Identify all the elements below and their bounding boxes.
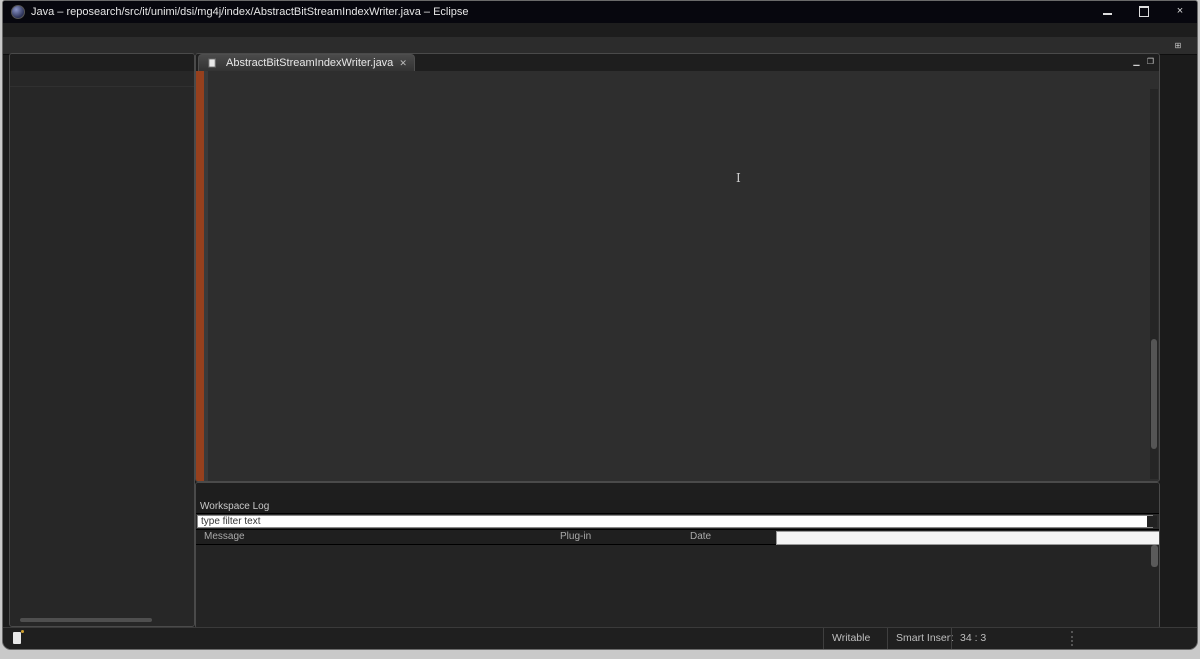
- explorer-toolbar: [10, 71, 194, 87]
- log-table-header: Message Plug-in Date: [196, 530, 1159, 545]
- filter-clear-icon[interactable]: [1147, 516, 1157, 527]
- title-bar: Java – reposearch/src/it/unimi/dsi/mg4j/…: [3, 1, 1197, 23]
- code-editor[interactable]: [208, 75, 1147, 481]
- status-trim-icon[interactable]: [13, 632, 21, 644]
- editor-tab-label: AbstractBitStreamIndexWriter.java: [226, 57, 393, 69]
- maximize-editor-icon[interactable]: ❐: [1146, 57, 1155, 66]
- minimize-editor-icon[interactable]: ▁: [1132, 57, 1141, 66]
- bottom-tab-bar: [196, 483, 1159, 500]
- open-perspective-icon[interactable]: ⊞: [1173, 41, 1183, 51]
- cursor-position-status: 34 : 3: [951, 628, 1018, 649]
- log-vertical-scrollbar[interactable]: [1151, 545, 1158, 567]
- writable-status: Writable: [823, 628, 894, 649]
- window-title: Java – reposearch/src/it/unimi/dsi/mg4j/…: [31, 6, 469, 18]
- status-drag-handle[interactable]: [1071, 631, 1073, 646]
- close-window-icon[interactable]: ×: [1173, 5, 1187, 17]
- explorer-horizontal-scrollbar[interactable]: [20, 618, 152, 622]
- editor-vertical-scrollbar[interactable]: [1150, 89, 1158, 479]
- annotation-ruler[interactable]: [196, 71, 204, 481]
- fast-view-trim: [1161, 53, 1197, 627]
- status-bar: Writable Smart Insert 34 : 3: [3, 627, 1197, 649]
- eclipse-window: Java – reposearch/src/it/unimi/dsi/mg4j/…: [2, 0, 1198, 650]
- column-date[interactable]: Date: [690, 531, 711, 542]
- editor-area: AbstractBitStreamIndexWriter.java ✕ ▁ ❐ …: [195, 53, 1160, 482]
- view-label: Workspace Log: [196, 500, 1159, 514]
- package-explorer-panel: [9, 53, 195, 627]
- bottom-panel: Workspace Log Message Plug-in Date: [195, 482, 1160, 629]
- mouse-text-cursor: I: [736, 171, 741, 185]
- eclipse-logo-icon: [11, 5, 25, 19]
- log-rows: [196, 544, 1149, 626]
- insert-mode-status: Smart Insert: [887, 628, 958, 649]
- filter-row: [196, 514, 1159, 530]
- menu-bar: [3, 23, 1197, 38]
- explorer-tab-bar: [10, 54, 194, 71]
- perspective-bar: ⊞: [1173, 38, 1189, 54]
- editor-tab[interactable]: AbstractBitStreamIndexWriter.java ✕: [198, 54, 415, 71]
- restore-window-icon[interactable]: [1137, 5, 1151, 17]
- column-plugin[interactable]: Plug-in: [560, 531, 591, 542]
- editor-tab-bar: AbstractBitStreamIndexWriter.java ✕ ▁ ❐: [196, 54, 1159, 71]
- header-overlay-box: [776, 531, 1160, 545]
- scrollbar-thumb[interactable]: [1151, 339, 1157, 449]
- minimize-window-icon[interactable]: [1101, 5, 1115, 17]
- filter-input[interactable]: [197, 515, 1153, 528]
- close-tab-icon[interactable]: ✕: [399, 58, 407, 69]
- project-tree: [10, 87, 194, 90]
- column-message[interactable]: Message: [204, 531, 245, 542]
- java-file-icon: [207, 59, 219, 68]
